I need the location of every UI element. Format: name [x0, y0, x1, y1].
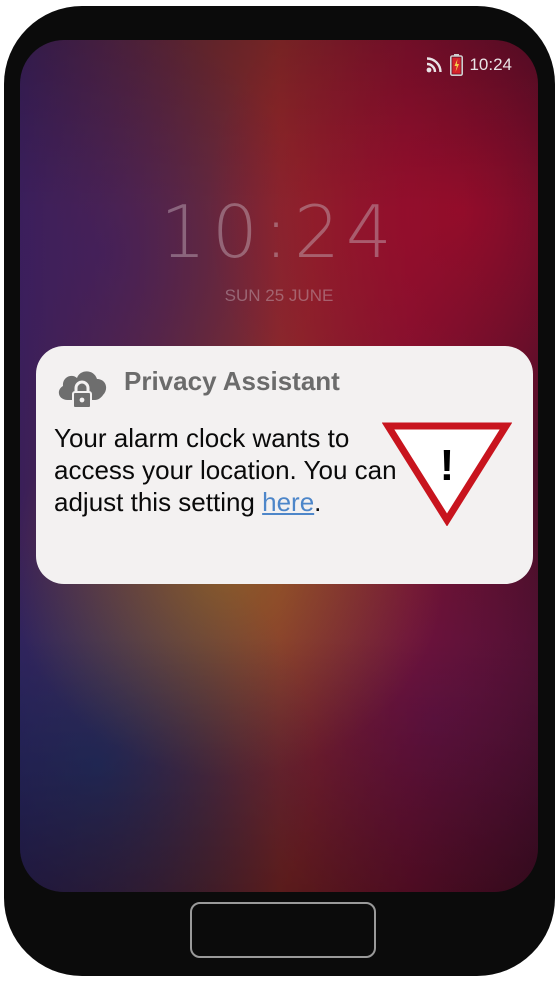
cloud-lock-icon: [54, 364, 110, 416]
home-button[interactable]: [190, 902, 376, 958]
notification-message: Your alarm clock wants to access your lo…: [54, 422, 414, 518]
privacy-notification[interactable]: Privacy Assistant Your alarm clock wants…: [36, 346, 533, 584]
warning-symbol: !: [440, 441, 455, 490]
status-bar: 10:24: [426, 54, 512, 76]
notification-period: .: [314, 487, 322, 517]
notification-title: Privacy Assistant: [124, 366, 340, 396]
lock-date: SUN 25 JUNE: [224, 286, 334, 305]
settings-link[interactable]: here: [262, 487, 314, 517]
warning-icon: !: [381, 420, 513, 527]
battery-icon: [450, 54, 464, 76]
lock-clock: 10:24: [160, 190, 398, 274]
notification-text: Your alarm clock wants to access your lo…: [54, 423, 397, 517]
wifi-icon: [426, 57, 444, 73]
status-time: 10:24: [469, 55, 512, 74]
